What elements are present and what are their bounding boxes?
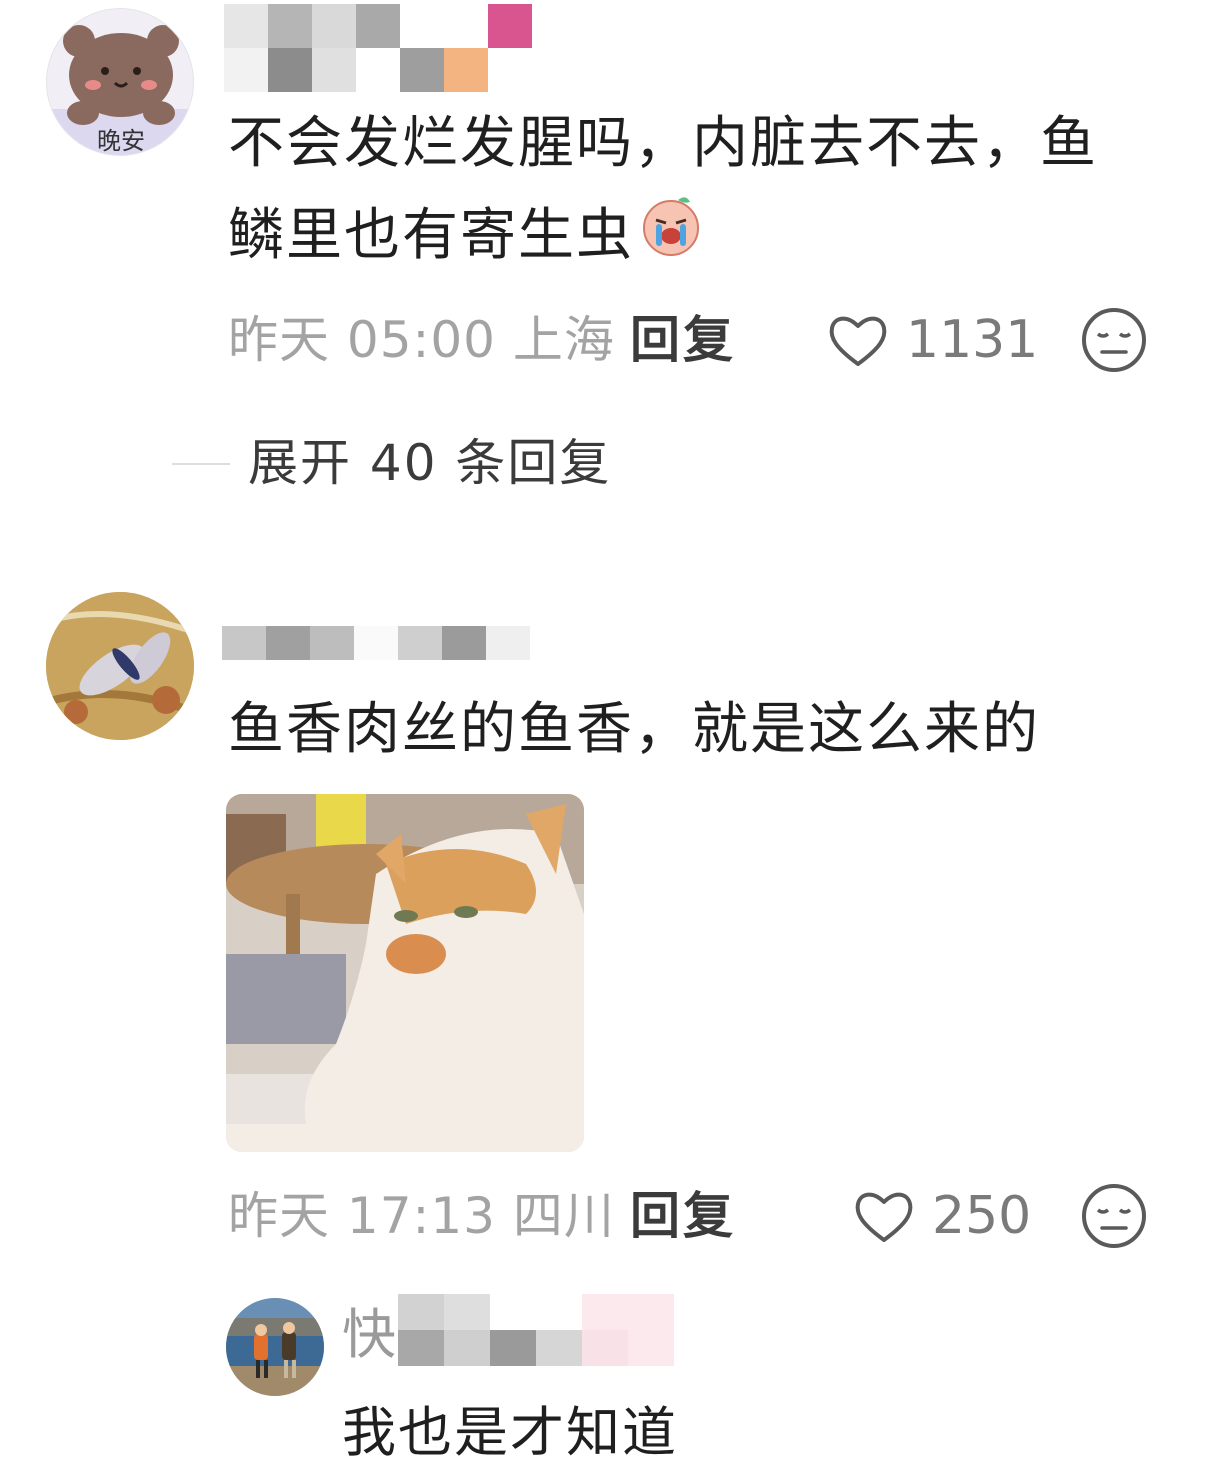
comment-text: 鱼香肉丝的鱼香，就是这么来的	[228, 697, 1040, 762]
username-blurred[interactable]	[222, 626, 530, 660]
like-count: 250	[932, 1186, 1032, 1246]
reply-username-blurred[interactable]	[398, 1294, 720, 1366]
couple-beach-avatar-icon	[226, 1298, 324, 1396]
like-icon[interactable]	[852, 1186, 916, 1246]
divider	[172, 463, 230, 465]
like-icon[interactable]	[826, 310, 890, 370]
username-blurred[interactable]	[224, 4, 532, 92]
reply-avatar[interactable]	[226, 1298, 324, 1396]
dislike-face-icon[interactable]	[1080, 1182, 1148, 1250]
dislike-face-icon[interactable]	[1080, 306, 1148, 374]
like-count: 1131	[906, 310, 1039, 370]
moth-avatar-icon	[46, 592, 194, 740]
avatar-label: 晚安	[97, 127, 145, 155]
reply-button[interactable]: 回复	[630, 1186, 736, 1246]
crying-face-sticker-icon	[638, 192, 704, 286]
reply-username-prefix[interactable]: 快	[342, 1300, 396, 1370]
comment-time: 昨天 17:13 四川	[228, 1187, 615, 1245]
reply-button[interactable]: 回复	[630, 310, 736, 370]
expand-replies-button[interactable]: 展开 40 条回复	[248, 433, 611, 493]
cat-photo-image	[226, 794, 584, 1152]
comment-text: 不会发烂发腥吗，内脏去不去，鱼	[228, 111, 1098, 176]
reply-text: 我也是才知道	[342, 1401, 678, 1464]
comment-image[interactable]	[226, 794, 584, 1152]
comment-text-line2: 鳞里也有寄生虫	[228, 190, 704, 286]
comment-time: 昨天 05:00 上海	[228, 311, 615, 369]
avatar[interactable]: 晚安	[46, 8, 194, 156]
avatar[interactable]	[46, 592, 194, 740]
